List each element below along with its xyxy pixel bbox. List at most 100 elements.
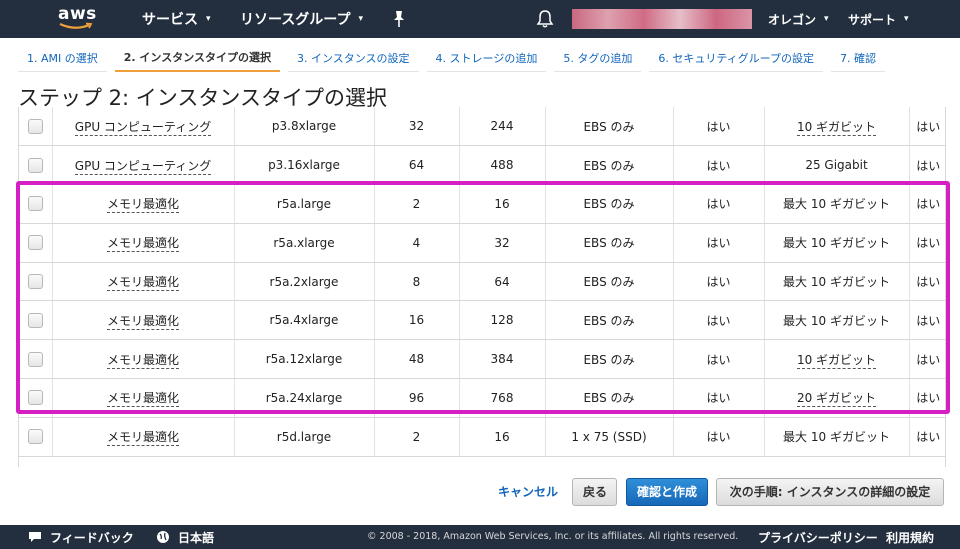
instance-family-cell: GPU コンピューティング [52, 107, 235, 147]
instance-family-text[interactable]: GPU コンピューティング [74, 158, 212, 175]
memory-text: 768 [490, 390, 514, 405]
network-performance-text[interactable]: 10 ギガビット [796, 352, 877, 369]
next-configure-instance-button[interactable]: 次の手順: インスタンスの詳細の設定 [716, 478, 944, 506]
instance-family-cell: メモリ最適化 [52, 417, 235, 457]
bell-icon[interactable] [535, 9, 555, 29]
row-checkbox[interactable] [27, 312, 43, 328]
memory-text: 384 [490, 352, 514, 367]
ebs-optimized-cell: はい [673, 417, 765, 457]
resource-groups-menu[interactable]: リソースグループ ▾ [240, 0, 363, 38]
instance-storage-text: EBS のみ [583, 197, 635, 212]
instance-type-text: p3.16xlarge [268, 158, 340, 173]
vcpu-text: 32 [408, 119, 425, 134]
table-row[interactable]: メモリ最適化 r5d.large 2 16 1 x 75 (SSD) はい 最大 10 ギガ… [19, 417, 945, 457]
instance-type-cell: p3.16xlarge [234, 145, 375, 186]
row-checkbox[interactable] [27, 157, 43, 173]
privacy-policy-link[interactable]: プライバシーポリシー [758, 525, 878, 549]
instance-storage-cell: EBS のみ [545, 107, 674, 147]
memory-cell: 16 [459, 184, 546, 224]
instance-family-text[interactable]: メモリ最適化 [106, 197, 179, 214]
row-checkbox[interactable] [27, 274, 43, 290]
instance-storage-text: EBS のみ [583, 119, 635, 134]
memory-text: 488 [490, 158, 514, 173]
tab-review[interactable]: 7. 確認 [831, 44, 885, 72]
row-checkbox[interactable] [27, 390, 43, 406]
instance-family-text[interactable]: メモリ最適化 [106, 391, 179, 408]
ipv6-support-cell: はい [909, 378, 945, 418]
ipv6-support-cell: はい [909, 339, 945, 380]
tab-configure-instance[interactable]: 3. インスタンスの設定 [287, 44, 419, 72]
instance-family-cell: メモリ最適化 [52, 223, 235, 263]
row-checkbox[interactable] [27, 429, 43, 445]
table-row[interactable]: GPU コンピューティング p3.16xlarge 64 488 EBS のみ はい 25 … [19, 145, 945, 186]
instance-family-text[interactable]: GPU コンピューティング [74, 119, 212, 136]
ipv6-support-cell: はい [909, 184, 945, 224]
tab-choose-instance-type[interactable]: 2. インスタンスタイプの選択 [114, 44, 280, 72]
region-menu[interactable]: オレゴン ▾ [768, 0, 829, 38]
table-row[interactable]: GPU コンピューティング p3.8xlarge 32 244 EBS のみ はい 10 ギ… [19, 107, 945, 147]
region-label: オレゴン [768, 12, 817, 27]
vcpu-cell: 2 [374, 184, 460, 224]
pin-icon[interactable] [390, 9, 408, 29]
instance-type-text: r5a.xlarge [273, 235, 335, 250]
table-row[interactable]: メモリ最適化 r5a.xlarge 4 32 EBS のみ はい 最大 10 ギガビット はい [19, 223, 945, 263]
instance-family-text[interactable]: メモリ最適化 [106, 430, 179, 447]
table-row[interactable]: メモリ最適化 r5a.24xlarge 96 768 EBS のみ はい 20 ギガビット は… [19, 378, 945, 418]
ebs-optimized-cell: はい [673, 184, 765, 224]
table-row[interactable]: メモリ最適化 r5a.4xlarge 16 128 EBS のみ はい 最大 10 ギガビッ… [19, 300, 945, 341]
tab-choose-ami[interactable]: 1. AMI の選択 [18, 44, 107, 72]
language-label: 日本語 [178, 530, 215, 545]
row-checkbox[interactable] [27, 351, 43, 367]
ipv6-support-cell: はい [909, 145, 945, 186]
network-performance-cell: 最大 10 ギガビット [764, 300, 910, 341]
account-menu-redacted[interactable] [572, 9, 752, 29]
instance-family-text[interactable]: メモリ最適化 [106, 236, 179, 253]
tab-add-tags[interactable]: 5. タグの追加 [554, 44, 642, 72]
instance-type-cell: r5a.24xlarge [234, 378, 375, 418]
instance-storage-cell: EBS のみ [545, 262, 674, 302]
cancel-link[interactable]: キャンセル [498, 478, 558, 506]
network-performance-text[interactable]: 20 ギガビット [796, 391, 877, 408]
row-checkbox[interactable] [27, 118, 43, 134]
services-menu[interactable]: サービス ▾ [142, 0, 211, 38]
row-checkbox[interactable] [27, 235, 43, 251]
chevron-down-icon: ▾ [904, 14, 909, 24]
table-row[interactable]: メモリ最適化 r5a.12xlarge 48 384 EBS のみ はい 10 ギガビット は… [19, 339, 945, 380]
aws-logo[interactable]: aws [58, 4, 98, 32]
aws-logo-text: aws [58, 4, 97, 24]
ebs-optimized-text: はい [706, 391, 731, 406]
ipv6-support-text: はい [916, 313, 941, 328]
vcpu-cell: 32 [374, 107, 460, 147]
instance-type-cell: p3.8xlarge [234, 107, 375, 147]
back-button[interactable]: 戻る [572, 478, 617, 506]
memory-text: 64 [494, 274, 510, 289]
vcpu-text: 64 [408, 158, 425, 173]
language-selector[interactable]: 日本語 [156, 525, 214, 549]
tab-configure-security-group[interactable]: 6. セキュリティグループの設定 [649, 44, 823, 72]
instance-type-cell: r5a.2xlarge [234, 262, 375, 302]
network-performance-text[interactable]: 10 ギガビット [796, 119, 877, 136]
ebs-optimized-text: はい [706, 352, 731, 367]
table-row[interactable]: メモリ最適化 r5a.large 2 16 EBS のみ はい 最大 10 ギガビット はい [19, 184, 945, 224]
instance-storage-cell: EBS のみ [545, 339, 674, 380]
instance-storage-text: EBS のみ [583, 313, 635, 328]
instance-type-text: r5a.4xlarge [269, 313, 339, 328]
ipv6-support-text: はい [916, 430, 941, 445]
instance-storage-text: EBS のみ [583, 275, 635, 290]
wizard-steps: 1. AMI の選択 2. インスタンスタイプの選択 3. インスタンスの設定 … [18, 44, 893, 72]
instance-type-text: r5a.24xlarge [265, 390, 343, 405]
support-menu[interactable]: サポート ▾ [848, 0, 909, 38]
instance-family-text[interactable]: メモリ最適化 [106, 313, 179, 330]
instance-family-text[interactable]: メモリ最適化 [106, 352, 179, 369]
memory-text: 16 [494, 429, 510, 444]
row-checkbox[interactable] [27, 196, 43, 212]
terms-of-use-link[interactable]: 利用規約 [886, 525, 934, 549]
instance-family-text[interactable]: メモリ最適化 [106, 275, 179, 292]
feedback-link[interactable]: フィードバック [28, 525, 134, 549]
memory-cell: 16 [459, 417, 546, 457]
review-and-launch-button[interactable]: 確認と作成 [626, 478, 708, 506]
speech-bubble-icon [29, 532, 41, 542]
table-row[interactable]: メモリ最適化 r5a.2xlarge 8 64 EBS のみ はい 最大 10 ギガビット は… [19, 262, 945, 302]
instance-storage-cell: EBS のみ [545, 378, 674, 418]
tab-add-storage[interactable]: 4. ストレージの追加 [426, 44, 547, 72]
